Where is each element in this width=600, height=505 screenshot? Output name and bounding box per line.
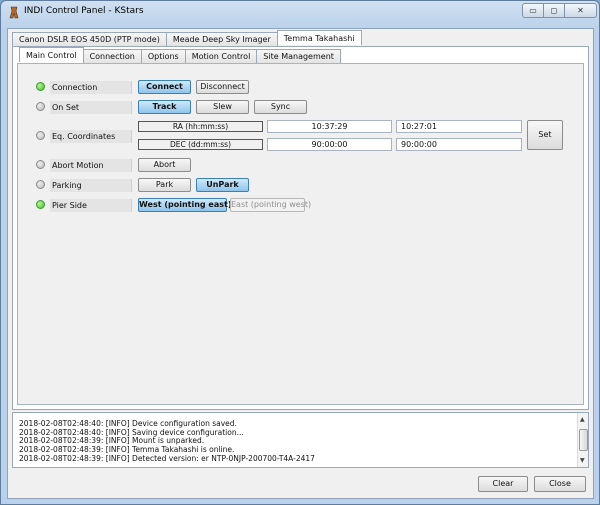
connection-status-light [36, 82, 45, 91]
set-coordinates-button[interactable]: Set [527, 120, 563, 150]
pier-side-status-light [36, 200, 45, 209]
maximize-button[interactable]: ◻ [543, 3, 565, 18]
log-panel[interactable]: 2018-02-08T02:48:40: [INFO] Device confi… [12, 412, 589, 468]
log-line: 2018-02-08T02:48:39: [INFO] Detected ver… [19, 453, 315, 463]
sync-button[interactable]: Sync [254, 100, 307, 114]
abort-button[interactable]: Abort [138, 158, 191, 172]
dec-input[interactable]: 90:00:00 [396, 138, 522, 151]
eq-coordinates-label: Eq. Coordinates [50, 130, 132, 143]
pier-west-button[interactable]: West (pointing east) [138, 198, 232, 212]
minimize-button[interactable]: ▭ [522, 3, 544, 18]
abort-motion-status-light [36, 160, 45, 169]
eq-coordinates-status-light [36, 131, 45, 140]
on-set-status-light [36, 102, 45, 111]
tab-canon-dslr[interactable]: Canon DSLR EOS 450D (PTP mode) [12, 32, 167, 46]
parking-label: Parking [50, 179, 132, 192]
client-area: Canon DSLR EOS 450D (PTP mode) Meade Dee… [7, 28, 594, 499]
on-set-label: On Set [50, 101, 132, 114]
tab-options[interactable]: Options [140, 49, 186, 63]
tab-main-control[interactable]: Main Control [19, 47, 84, 62]
scroll-up-icon[interactable]: ▲ [580, 416, 585, 423]
pier-side-label: Pier Side [50, 199, 132, 212]
connection-label: Connection [50, 81, 132, 94]
pier-east-button[interactable]: East (pointing west) [230, 198, 311, 212]
disconnect-button[interactable]: Disconnect [196, 80, 249, 94]
close-window-button[interactable]: ✕ [564, 3, 597, 18]
dec-current-value: 90:00:00 [267, 138, 392, 151]
tab-site-management[interactable]: Site Management [256, 49, 341, 63]
kstars-app-icon [9, 6, 19, 19]
slew-button[interactable]: Slew [196, 100, 249, 114]
tab-temma-takahashi[interactable]: Temma Takahashi [276, 30, 362, 45]
clear-button[interactable]: Clear [478, 476, 528, 492]
scroll-down-icon[interactable]: ▼ [580, 457, 585, 464]
scrollbar-thumb[interactable] [579, 429, 588, 451]
connect-button[interactable]: Connect [138, 80, 191, 94]
park-button[interactable]: Park [138, 178, 191, 192]
ra-input[interactable]: 10:27:01 [396, 120, 522, 133]
main-control-pane: Connection Connect Disconnect On Set Tra… [17, 63, 584, 405]
title-bar[interactable]: INDI Control Panel - KStars ▭ ◻ ✕ [1, 1, 599, 25]
tab-connection[interactable]: Connection [82, 49, 142, 63]
tab-meade-dsi[interactable]: Meade Deep Sky Imager [165, 32, 278, 46]
dec-label: DEC (dd:mm:ss) [138, 139, 263, 150]
device-tabs: Canon DSLR EOS 450D (PTP mode) Meade Dee… [12, 30, 362, 46]
log-scrollbar[interactable]: ▲ ▼ [577, 413, 588, 467]
ra-label: RA (hh:mm:ss) [138, 121, 263, 132]
track-button[interactable]: Track [138, 100, 191, 114]
device-pane: Main Control Connection Options Motion C… [12, 46, 589, 410]
property-group-tabs: Main Control Connection Options Motion C… [19, 47, 341, 63]
tab-motion-control[interactable]: Motion Control [184, 49, 258, 63]
log-lines: 2018-02-08T02:48:40: [INFO] Device confi… [19, 419, 315, 464]
close-button[interactable]: Close [534, 476, 586, 492]
unpark-button[interactable]: UnPark [196, 178, 249, 192]
window-title: INDI Control Panel - KStars [24, 6, 144, 16]
ra-current-value: 10:37:29 [267, 120, 392, 133]
abort-motion-label: Abort Motion [50, 159, 132, 172]
parking-status-light [36, 180, 45, 189]
indi-control-panel-window: INDI Control Panel - KStars ▭ ◻ ✕ Canon … [0, 0, 600, 505]
